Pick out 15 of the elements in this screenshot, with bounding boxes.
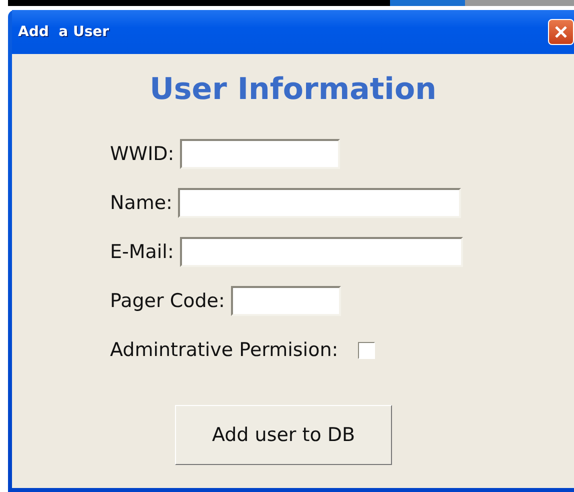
input-field[interactable] bbox=[230, 286, 341, 316]
field-label: Name: bbox=[110, 192, 172, 214]
permission-checkbox[interactable] bbox=[358, 342, 376, 358]
field-label: E-Mail: bbox=[110, 241, 174, 263]
close-icon bbox=[554, 25, 568, 39]
input-field[interactable] bbox=[180, 237, 463, 267]
input-field[interactable] bbox=[178, 188, 462, 218]
section-heading: User Information bbox=[150, 72, 436, 107]
checkbox-label: Admintrative Permision: bbox=[110, 339, 338, 361]
close-button[interactable] bbox=[548, 19, 574, 45]
window-title: Add a User bbox=[18, 24, 110, 40]
input-field[interactable] bbox=[180, 139, 340, 169]
field-label: WWID: bbox=[110, 143, 174, 165]
add-user-button[interactable]: Add user to DB bbox=[175, 405, 392, 465]
field-label: Pager Code: bbox=[110, 290, 225, 312]
